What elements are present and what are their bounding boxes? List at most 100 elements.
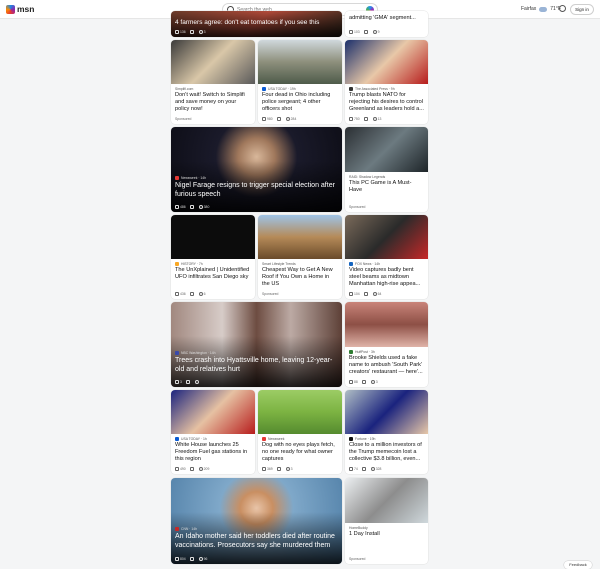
news-card[interactable]: FOX News · 14h Video captures badly bent… <box>345 215 428 299</box>
card-image <box>345 215 428 259</box>
card-title: Trees crash into Hyattsville home, leavi… <box>175 357 333 373</box>
card-source: Newsweek <box>268 436 285 441</box>
card-image <box>345 40 428 84</box>
comment-icon[interactable] <box>198 30 203 34</box>
dislike-icon[interactable] <box>276 467 281 471</box>
like-icon[interactable] <box>262 467 266 471</box>
sponsored-label: Sponsored <box>349 557 366 561</box>
msn-logo-icon <box>6 4 15 14</box>
news-card-featured[interactable]: CNN · 14h An Idaho mother said her toddl… <box>171 478 342 564</box>
card-source: Fortune · 19h <box>355 436 376 441</box>
card-source: Simplifi.com <box>175 86 194 91</box>
source-icon <box>175 526 179 531</box>
source-icon <box>262 436 266 441</box>
like-icon[interactable] <box>349 30 353 34</box>
source-icon <box>175 175 179 180</box>
card-image <box>345 127 428 172</box>
news-card[interactable]: HISTORY · 7h The UnXplained | Unidentifi… <box>171 215 255 299</box>
comment-icon[interactable] <box>370 380 375 384</box>
dislike-icon[interactable] <box>361 467 366 471</box>
card-title: admitting 'GMA' segment... <box>349 15 416 21</box>
sign-in-button[interactable]: Sign in <box>570 4 594 15</box>
dislike-icon[interactable] <box>276 117 281 121</box>
source-icon <box>349 261 353 266</box>
feedback-button[interactable]: Feedback <box>564 561 592 569</box>
card-title: Four dead in Ohio including police serge… <box>262 92 331 112</box>
dislike-icon[interactable] <box>185 380 190 384</box>
news-card[interactable]: HomeBuddy 1 Day Install Sponsored <box>345 478 428 564</box>
news-card[interactable]: The Associated Press · 9h Trump blasts N… <box>345 40 428 124</box>
news-card[interactable]: RAID: Shadow Legends This PC Game is A M… <box>345 127 428 212</box>
card-source: USA TODAY · 1h <box>181 436 207 441</box>
msn-logo[interactable]: msn <box>6 4 34 14</box>
dislike-icon[interactable] <box>189 292 194 296</box>
card-source: HomeBuddy <box>349 525 368 530</box>
card-source: USA TODAY · 19h <box>268 86 296 91</box>
news-card[interactable]: Newsweek Dog with no eyes plays fetch, n… <box>258 390 342 474</box>
sponsored-label: Sponsored <box>349 205 366 209</box>
dislike-icon[interactable] <box>363 117 368 121</box>
news-card[interactable]: Smart Lifestyle Trends Cheapest Way to G… <box>258 215 342 299</box>
source-icon <box>349 436 353 441</box>
source-icon <box>349 349 353 354</box>
like-icon[interactable] <box>175 380 179 384</box>
news-card-featured[interactable]: NBC Washington · 14h Trees crash into Hy… <box>171 302 342 387</box>
like-icon[interactable] <box>349 380 353 384</box>
dislike-icon[interactable] <box>363 30 368 34</box>
like-icon[interactable] <box>349 292 353 296</box>
like-icon[interactable] <box>175 467 179 471</box>
comment-icon[interactable] <box>198 292 203 296</box>
comment-icon[interactable] <box>198 557 203 561</box>
dislike-icon[interactable] <box>189 205 194 209</box>
card-title: White House launches 25 Freedom Fuel gas… <box>175 442 248 462</box>
dislike-icon[interactable] <box>361 380 366 384</box>
news-card[interactable]: USA TODAY · 1h White House launches 25 F… <box>171 390 255 474</box>
dislike-icon[interactable] <box>189 557 194 561</box>
dislike-icon[interactable] <box>189 30 194 34</box>
comment-icon[interactable] <box>198 467 203 471</box>
weather-widget[interactable]: Fairfax 71°F <box>521 6 561 12</box>
like-icon[interactable] <box>175 205 179 209</box>
location-label: Fairfax <box>521 6 537 12</box>
cloud-icon <box>539 6 548 12</box>
news-card[interactable]: USA TODAY · 19h Four dead in Ohio includ… <box>258 40 342 124</box>
card-image <box>171 390 255 434</box>
source-icon <box>349 86 353 91</box>
comment-icon[interactable] <box>285 467 290 471</box>
card-image <box>258 40 342 84</box>
news-card[interactable]: Simplifi.com Don't wait! Switch to Simpl… <box>171 40 255 124</box>
comment-icon[interactable] <box>372 292 377 296</box>
gear-icon[interactable] <box>559 5 566 12</box>
card-source: Newsweek · 14h <box>181 175 207 180</box>
card-image <box>345 302 428 347</box>
logo-text: msn <box>17 4 35 14</box>
like-icon[interactable] <box>175 30 179 34</box>
dislike-icon[interactable] <box>189 467 194 471</box>
comment-icon[interactable] <box>370 467 375 471</box>
news-card-featured[interactable]: Newsweek · 14h Nigel Farage resigns to t… <box>171 127 342 212</box>
comment-icon[interactable] <box>372 117 377 121</box>
like-icon[interactable] <box>175 557 179 561</box>
news-card[interactable]: Fortune · 19h Close to a million investo… <box>345 390 428 474</box>
like-icon[interactable] <box>175 292 179 296</box>
news-card[interactable]: 4 farmers agree: don't eat tomatoes if y… <box>171 11 342 37</box>
news-card[interactable]: admitting 'GMA' segment... 103 9 <box>345 11 428 37</box>
news-card[interactable]: HuffPost · 3h Brooke Shields used a fake… <box>345 302 428 387</box>
card-image <box>171 215 255 259</box>
comment-icon[interactable] <box>285 117 290 121</box>
like-icon[interactable] <box>349 117 353 121</box>
card-title: Dog with no eyes plays fetch, no one rea… <box>262 442 335 462</box>
card-title: 1 Day Install <box>349 531 380 537</box>
like-icon[interactable] <box>262 117 266 121</box>
comment-icon[interactable] <box>372 30 377 34</box>
card-source: HuffPost · 3h <box>355 349 375 354</box>
sponsored-label: Sponsored <box>262 292 279 296</box>
card-title: Nigel Farage resigns to trigger special … <box>175 182 335 198</box>
card-title: Cheapest Way to Get A New Roof if You Ow… <box>262 267 333 287</box>
dislike-icon[interactable] <box>363 292 368 296</box>
comment-icon[interactable] <box>198 205 203 209</box>
like-icon[interactable] <box>349 467 353 471</box>
card-title: Don't wait! Switch to Simplifi and save … <box>175 92 245 112</box>
card-source: NBC Washington · 14h <box>181 350 216 355</box>
comment-icon[interactable] <box>194 380 199 384</box>
